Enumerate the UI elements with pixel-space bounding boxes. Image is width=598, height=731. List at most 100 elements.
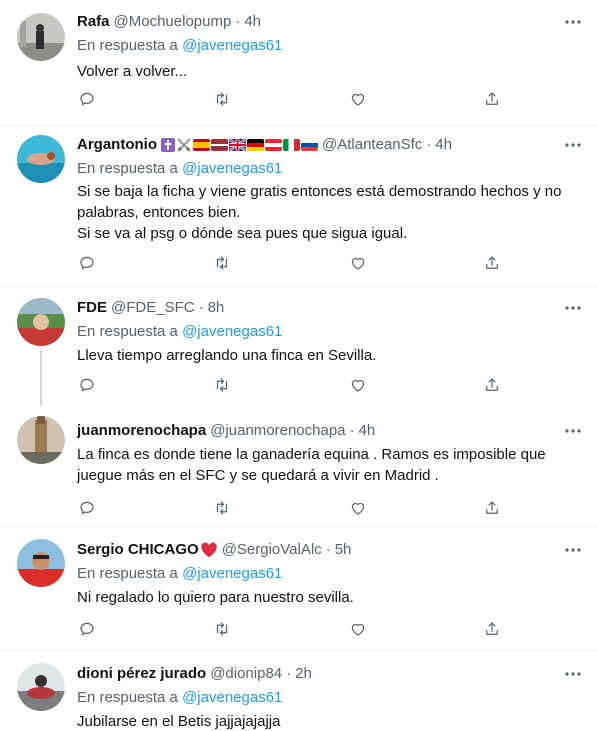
heart-icon [351, 623, 365, 636]
more-horizontal-icon [565, 306, 581, 310]
retweet-button[interactable] [212, 498, 232, 518]
reply-mention-link[interactable]: @javenegas61 [182, 565, 282, 582]
more-options-button[interactable] [563, 664, 583, 684]
tweet-text: Lleva tiempo arreglando una finca en Sev… [77, 345, 577, 366]
avatar[interactable] [17, 663, 65, 711]
reply-context: En respuesta a @javenegas61 [77, 688, 282, 708]
timestamp[interactable]: 4h [359, 421, 376, 441]
reply-mention-link[interactable]: @javenegas61 [182, 37, 282, 54]
like-button[interactable] [348, 375, 368, 395]
retweet-button[interactable] [212, 89, 232, 109]
reply-prefix: En respuesta a [77, 37, 178, 54]
tweet-header: juanmorenochapa @juanmorenochapa · 4h [77, 421, 375, 441]
austria-flag-emoji [265, 139, 282, 151]
reply-mention-link[interactable]: @javenegas61 [182, 160, 282, 177]
reply-context: En respuesta a @javenegas61 [77, 564, 282, 584]
display-name[interactable]: dioni pérez jurado [77, 664, 206, 684]
reply-button[interactable] [77, 498, 97, 518]
user-handle[interactable]: @Mochuelopump [114, 12, 232, 32]
tweet[interactable]: dioni pérez jurado @dionip84 · 2h En res… [0, 651, 598, 731]
avatar[interactable] [17, 539, 65, 587]
more-options-button[interactable] [563, 421, 583, 441]
like-button[interactable] [348, 253, 368, 273]
share-button[interactable] [482, 253, 502, 273]
avatar[interactable] [17, 298, 65, 346]
red-heart-emoji [200, 542, 218, 558]
retweet-button[interactable] [212, 619, 232, 639]
display-name[interactable]: juanmorenochapa [77, 421, 206, 441]
tweet[interactable]: juanmorenochapa @juanmorenochapa · 4h La… [0, 405, 598, 527]
spain-flag-emoji [193, 139, 210, 151]
display-name[interactable]: Sergio CHICAGO [77, 540, 199, 560]
reply-context: En respuesta a @javenegas61 [77, 322, 282, 342]
display-name[interactable]: Rafa [77, 12, 110, 32]
reply-bubble-icon [80, 622, 94, 636]
tweet-text: Si se baja la ficha y viene gratis enton… [77, 181, 577, 244]
tweet-text-line: palabras, entonces bien. [77, 204, 241, 221]
share-upload-icon [486, 92, 498, 105]
display-name[interactable]: Argantonio [77, 135, 157, 155]
timestamp[interactable]: 5h [335, 540, 352, 560]
tweet[interactable]: Argantonio @AtlanteanSfc · 4h En respues… [0, 126, 598, 286]
retweet-button[interactable] [212, 375, 232, 395]
share-button[interactable] [482, 498, 502, 518]
tweet[interactable]: FDE @FDE_SFC · 8h En respuesta a @javene… [0, 287, 598, 406]
more-options-button[interactable] [563, 135, 583, 155]
separator: · [235, 13, 241, 30]
like-button[interactable] [348, 89, 368, 109]
separator: · [198, 299, 204, 316]
share-button[interactable] [482, 89, 502, 109]
more-options-button[interactable] [563, 12, 583, 32]
reply-bubble-icon [80, 501, 94, 515]
tweet[interactable]: Rafa @Mochuelopump · 4h En respuesta a @… [0, 0, 598, 126]
avatar[interactable] [17, 416, 65, 464]
tweet[interactable]: Sergio CHICAGO @SergioValAlc · 5h En res… [0, 528, 598, 650]
reply-mention-link[interactable]: @javenegas61 [182, 689, 282, 706]
reply-button[interactable] [77, 375, 97, 395]
more-horizontal-icon [565, 548, 581, 552]
like-button[interactable] [348, 619, 368, 639]
more-horizontal-icon [565, 672, 581, 676]
reply-context: En respuesta a @javenegas61 [77, 36, 282, 56]
tweet-text-line: Lleva tiempo arreglando una finca en Sev… [77, 347, 377, 364]
user-handle[interactable]: @dionip84 [210, 664, 282, 684]
tweet-header: Rafa @Mochuelopump · 4h [77, 12, 261, 32]
tweet-text-line: Si se va al psg o dónde sea pues que sig… [77, 225, 408, 242]
reply-prefix: En respuesta a [77, 689, 178, 706]
reply-bubble-icon [80, 378, 94, 392]
user-handle[interactable]: @AtlanteanSfc [322, 135, 422, 155]
share-upload-icon [486, 256, 498, 269]
reply-button[interactable] [77, 253, 97, 273]
share-button[interactable] [482, 619, 502, 639]
reply-mention-link[interactable]: @javenegas61 [182, 323, 282, 340]
germany-flag-emoji [247, 139, 264, 151]
avatar[interactable] [17, 135, 65, 183]
tweet-text-line: juegue más en el SFC y se quedará a vivi… [77, 467, 439, 484]
separator: · [426, 136, 432, 153]
timestamp[interactable]: 4h [244, 12, 261, 32]
user-handle[interactable]: @FDE_SFC [111, 298, 195, 318]
timestamp[interactable]: 2h [295, 664, 312, 684]
user-handle[interactable]: @SergioValAlc [222, 540, 322, 560]
user-handle[interactable]: @juanmorenochapa [210, 421, 345, 441]
retweet-button[interactable] [212, 253, 232, 273]
name-emoji-flags [161, 137, 318, 153]
reply-button[interactable] [77, 89, 97, 109]
latin-cross-emoji [161, 138, 175, 152]
more-options-button[interactable] [563, 298, 583, 318]
reply-bubble-icon [80, 92, 94, 106]
share-button[interactable] [482, 375, 502, 395]
reply-button[interactable] [77, 619, 97, 639]
retweet-arrows-icon [216, 622, 228, 636]
more-options-button[interactable] [563, 540, 583, 560]
tweet-text-line: La finca es donde tiene la ganadería equ… [77, 446, 546, 463]
reply-prefix: En respuesta a [77, 323, 178, 340]
timestamp[interactable]: 4h [435, 135, 452, 155]
like-button[interactable] [348, 498, 368, 518]
share-upload-icon [486, 622, 498, 635]
more-horizontal-icon [565, 20, 581, 24]
display-name[interactable]: FDE [77, 298, 107, 318]
timestamp[interactable]: 8h [208, 298, 225, 318]
more-horizontal-icon [565, 143, 581, 147]
avatar[interactable] [17, 13, 65, 61]
